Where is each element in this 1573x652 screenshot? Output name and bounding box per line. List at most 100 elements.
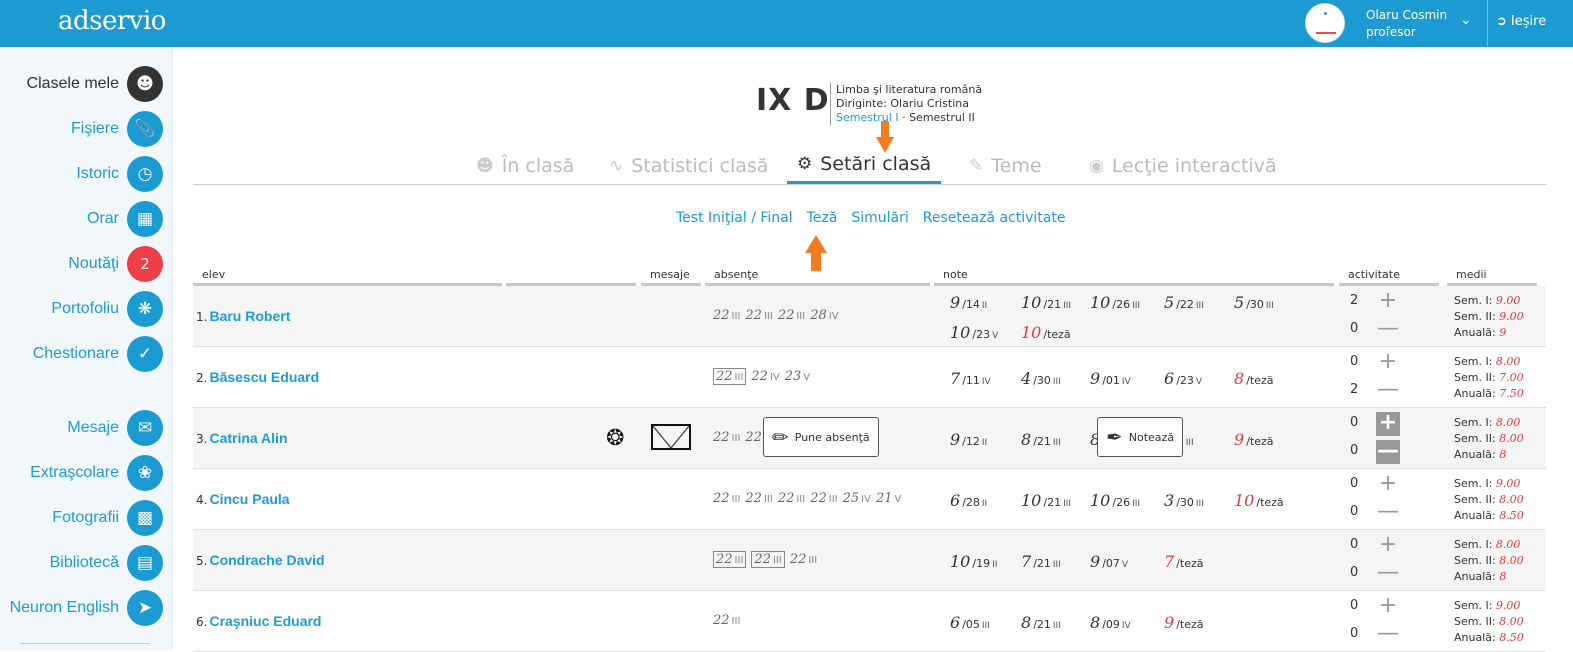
activity-plus-button[interactable]: + bbox=[1376, 473, 1400, 497]
simulari-link[interactable]: Simulări bbox=[851, 210, 908, 226]
activity-minus-button[interactable]: — bbox=[1376, 562, 1400, 586]
grade-entry[interactable]: 10/21 III bbox=[1021, 491, 1071, 510]
teza-link[interactable]: Teză bbox=[807, 210, 838, 226]
activity-minus-button[interactable]: — bbox=[1376, 623, 1400, 647]
sidebar-item-biblioteca[interactable]: Bibliotecă ▤ bbox=[50, 544, 163, 582]
student-name-link[interactable]: Catrina Alin bbox=[209, 430, 287, 446]
student-name-link[interactable]: Băsescu Eduard bbox=[209, 369, 319, 385]
sidebar-item-fisiere[interactable]: Fişiere 📎 bbox=[71, 110, 163, 148]
avatar[interactable] bbox=[1305, 3, 1345, 43]
reseteaza-activitate-link[interactable]: Resetează activitate bbox=[923, 210, 1066, 226]
absence-entry[interactable]: 22 III bbox=[713, 430, 740, 445]
absence-entry[interactable]: 22 III bbox=[790, 552, 817, 567]
activity-minus-button[interactable]: — bbox=[1376, 318, 1400, 342]
activity-minus-button[interactable]: — bbox=[1376, 501, 1400, 525]
grade-entry[interactable]: 7/teză bbox=[1164, 552, 1206, 571]
student-name-link[interactable]: Condrache David bbox=[209, 552, 324, 568]
grade-entry[interactable]: 6/23 V bbox=[1164, 369, 1202, 388]
student-name-link[interactable]: Craşniuc Eduard bbox=[209, 613, 321, 629]
grade-entry[interactable]: 8/21 III bbox=[1021, 430, 1061, 449]
absence-entry[interactable]: 22 III bbox=[745, 308, 772, 323]
semester-2-link[interactable]: · Semestrul II bbox=[902, 111, 975, 124]
grade-entry[interactable]: 5/22 III bbox=[1164, 293, 1204, 312]
absences-cell[interactable]: 22 III 22 IV 23 V bbox=[713, 368, 815, 385]
absences-cell[interactable]: 22 III 22 III 22 III bbox=[713, 551, 822, 568]
grade-entry[interactable]: 9/teză bbox=[1164, 613, 1206, 632]
absence-entry[interactable]: 23 V bbox=[785, 369, 810, 384]
absence-entry[interactable]: 22 III bbox=[713, 551, 747, 568]
sidebar-item-chestionare[interactable]: Chestionare ✓ bbox=[33, 335, 163, 373]
student-name-link[interactable]: Baru Robert bbox=[209, 308, 290, 324]
absence-entry[interactable]: 22 III bbox=[778, 308, 805, 323]
grade-entry[interactable]: 9/07 V bbox=[1090, 552, 1128, 571]
table-row[interactable]: 4. Cincu Paula 22 III 22 III 22 III 22 III 25 IV 21 V… bbox=[193, 469, 1546, 530]
grade-entry[interactable]: 10/19 II bbox=[950, 552, 997, 571]
activity-plus-button[interactable]: + bbox=[1376, 595, 1400, 619]
grade-entry[interactable]: 10/23 V bbox=[950, 323, 998, 342]
absence-entry[interactable]: 22 IV bbox=[751, 369, 779, 384]
grade-entry[interactable]: 10/teză bbox=[1234, 491, 1286, 510]
tooltip-pune-absenta[interactable]: ✏ Pune absenţă bbox=[763, 417, 879, 457]
grade-entry[interactable]: 5/30 III bbox=[1234, 293, 1274, 312]
activity-plus-button[interactable]: + bbox=[1376, 534, 1400, 558]
absence-entry[interactable]: 22 III bbox=[713, 368, 747, 385]
sidebar-item-noutati[interactable]: Noutăţi 2 bbox=[68, 245, 163, 283]
user-info[interactable]: Olaru Cosmin profesor bbox=[1366, 7, 1447, 41]
sidebar-item-extrascolare[interactable]: Extraşcolare ❀ bbox=[30, 454, 163, 492]
grade-entry[interactable]: 7/11 IV bbox=[950, 369, 991, 388]
absences-cell[interactable]: 22 III 22 III 22 III 22 III 25 IV 21 V bbox=[713, 491, 906, 506]
sidebar-item-istoric[interactable]: Istoric ◷ bbox=[76, 155, 163, 193]
app-logo[interactable]: adservio bbox=[58, 6, 166, 36]
table-row[interactable]: 2. Băsescu Eduard 22 III 22 IV 23 V 7/11 IV 4/30 II… bbox=[193, 347, 1546, 408]
grade-entry[interactable]: 6/05 III bbox=[950, 613, 990, 632]
sidebar-item-portofoliu[interactable]: Portofoliu ❋ bbox=[51, 290, 163, 328]
grade-entry[interactable]: 10/21 III bbox=[1021, 293, 1071, 312]
sidebar-item-mesaje[interactable]: Mesaje ✉ bbox=[67, 409, 163, 447]
absence-entry[interactable]: 25 IV bbox=[843, 491, 871, 506]
grade-entry[interactable]: 8/teză bbox=[1234, 369, 1276, 388]
table-row[interactable]: 5. Condrache David 22 III 22 III 22 III 10/19 II 7… bbox=[193, 530, 1546, 591]
absence-entry[interactable]: 22 III bbox=[713, 308, 740, 323]
sidebar-item-fotografii[interactable]: Fotografii ▩ bbox=[52, 499, 163, 537]
tab-in-clasa[interactable]: ☻ În clasă bbox=[476, 148, 574, 184]
activity-plus-button[interactable]: + bbox=[1376, 351, 1400, 375]
tab-teme[interactable]: ✎ Teme bbox=[969, 148, 1042, 184]
tab-setari-clasa[interactable]: ⚙ Setări clasă bbox=[787, 148, 942, 184]
grade-entry[interactable]: 9/14 II bbox=[950, 293, 987, 312]
grade-entry[interactable]: 8/09 IV bbox=[1090, 613, 1131, 632]
absence-entry[interactable]: 22 III bbox=[745, 491, 772, 506]
absence-entry[interactable]: 22 III bbox=[713, 613, 740, 628]
grade-entry[interactable]: 9/12 II bbox=[950, 430, 987, 449]
grade-entry[interactable]: 9/teză bbox=[1234, 430, 1276, 449]
award-icon[interactable]: ❂ bbox=[606, 426, 624, 451]
absence-entry[interactable]: 22 III bbox=[810, 491, 837, 506]
student-name-link[interactable]: Cincu Paula bbox=[209, 491, 289, 507]
tab-statistici-clasa[interactable]: ∿ Statistici clasă bbox=[609, 148, 768, 184]
grade-entry[interactable]: 7/21 III bbox=[1021, 552, 1061, 571]
activity-plus-button[interactable]: + bbox=[1376, 412, 1400, 436]
logout-button[interactable]: ➲ Ieşire bbox=[1496, 14, 1546, 29]
absences-cell[interactable]: 22 III 22 III 22 III 28 IV bbox=[713, 308, 844, 323]
grade-entry[interactable]: 10/26 III bbox=[1090, 491, 1140, 510]
sidebar-item-neuron-english[interactable]: Neuron English ➤ bbox=[10, 589, 163, 627]
test-initial-final-link[interactable]: Test Iniţial / Final bbox=[676, 210, 793, 226]
absence-entry[interactable]: 22 III bbox=[751, 551, 785, 568]
grade-entry[interactable]: 10/26 III bbox=[1090, 293, 1140, 312]
grade-entry[interactable]: 8/21 III bbox=[1021, 613, 1061, 632]
tooltip-noteaza[interactable]: ✒ Notează bbox=[1097, 417, 1184, 457]
table-row[interactable]: 1. Baru Robert 22 III 22 III 22 III 28 IV 9/14 II 10… bbox=[193, 286, 1546, 347]
activity-plus-button[interactable]: + bbox=[1376, 290, 1400, 314]
table-row[interactable]: 6. Craşniuc Eduard 22 III 6/05 III 8/21 III 8/09… bbox=[193, 591, 1546, 652]
absence-entry[interactable]: 28 IV bbox=[810, 308, 838, 323]
absence-entry[interactable]: 22 III bbox=[778, 491, 805, 506]
grade-entry[interactable]: 6/28 II bbox=[950, 491, 987, 510]
envelope-icon[interactable] bbox=[651, 424, 691, 450]
sidebar-item-clasele-mele[interactable]: Clasele mele ☻ bbox=[27, 65, 163, 103]
sidebar-item-orar[interactable]: Orar ▦ bbox=[87, 200, 163, 238]
absences-cell[interactable]: 22 III bbox=[713, 613, 745, 628]
activity-minus-button[interactable]: — bbox=[1376, 440, 1400, 464]
activity-minus-button[interactable]: — bbox=[1376, 379, 1400, 403]
grade-entry[interactable]: 10/teză bbox=[1021, 323, 1073, 342]
grade-entry[interactable]: 9/01 IV bbox=[1090, 369, 1131, 388]
absence-entry[interactable]: 22 III bbox=[713, 491, 740, 506]
